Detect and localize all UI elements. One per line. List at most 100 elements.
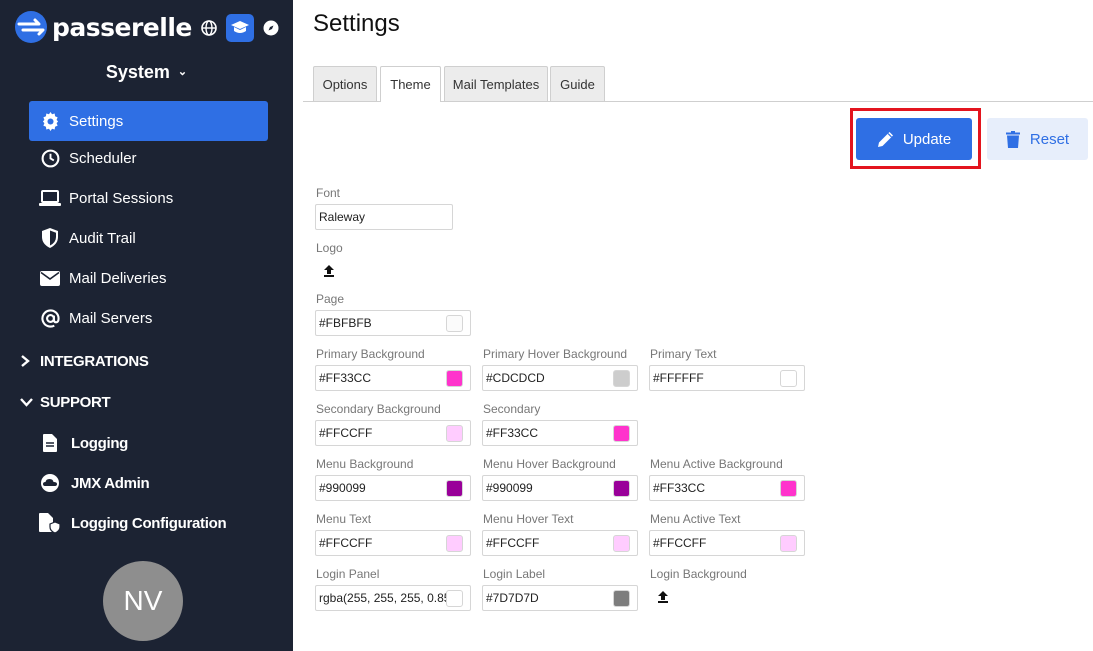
- login-label-field[interactable]: #7D7D7D: [482, 585, 638, 611]
- menu-background-label: Menu Background: [316, 457, 414, 471]
- update-button[interactable]: Update: [856, 118, 972, 160]
- pencil-icon: [877, 130, 895, 148]
- primary-background-value: #FF33CC: [319, 371, 372, 385]
- sidebar-item-jmx-admin[interactable]: JMX Admin: [39, 468, 150, 498]
- menu-hover-text-swatch[interactable]: [613, 535, 630, 552]
- tab-bar: Options Theme Mail Templates Guide: [303, 66, 1093, 102]
- primary-background-swatch[interactable]: [446, 370, 463, 387]
- menu-text-swatch[interactable]: [446, 535, 463, 552]
- page-title: Settings: [313, 10, 400, 37]
- sidebar-item-mail-deliveries[interactable]: Mail Deliveries: [29, 258, 268, 298]
- sidebar-item-scheduler[interactable]: Scheduler: [29, 138, 268, 178]
- primary-text-field[interactable]: #FFFFFF: [649, 365, 805, 391]
- section-label: SUPPORT: [40, 393, 111, 411]
- chevron-right-icon: [20, 355, 34, 367]
- primary-background-field[interactable]: #FF33CC: [315, 365, 471, 391]
- reset-label: Reset: [1029, 130, 1070, 148]
- sidebar-section-support[interactable]: SUPPORT: [20, 387, 111, 417]
- sidebar-section-integrations[interactable]: INTEGRATIONS: [20, 346, 149, 376]
- sidebar-item-logging-configuration[interactable]: Logging Configuration: [39, 508, 227, 538]
- graduation-cap-icon[interactable]: [226, 14, 254, 42]
- secondary-background-swatch[interactable]: [446, 425, 463, 442]
- menu-active-background-value: #FF33CC: [653, 481, 706, 495]
- menu-background-value: #990099: [319, 481, 366, 495]
- reset-button[interactable]: Reset: [987, 118, 1088, 160]
- tab-options[interactable]: Options: [313, 66, 377, 101]
- secondary-field[interactable]: #FF33CC: [482, 420, 638, 446]
- menu-hover-background-label: Menu Hover Background: [483, 457, 616, 471]
- login-panel-value: rgba(255, 255, 255, 0.85): [319, 591, 455, 605]
- avatar[interactable]: NV: [103, 561, 183, 641]
- menu-active-background-swatch[interactable]: [780, 480, 797, 497]
- primary-text-swatch[interactable]: [780, 370, 797, 387]
- brand-name: passerelle: [52, 12, 192, 42]
- primary-hover-background-field[interactable]: #CDCDCD: [482, 365, 638, 391]
- compass-icon[interactable]: [260, 17, 282, 39]
- gear-icon: [39, 110, 61, 132]
- tab-theme[interactable]: Theme: [380, 66, 441, 102]
- context-label: System: [105, 62, 170, 82]
- sidebar-item-logging[interactable]: Logging: [39, 428, 128, 458]
- passerelle-logo-icon: [15, 11, 47, 43]
- login-label-label: Login Label: [483, 567, 546, 581]
- tab-guide[interactable]: Guide: [550, 66, 605, 101]
- menu-text-label: Menu Text: [316, 512, 372, 526]
- cloud-icon: [39, 474, 61, 492]
- page-color-field[interactable]: #FBFBFB: [315, 310, 471, 336]
- update-label: Update: [902, 130, 952, 148]
- brand[interactable]: passerelle: [14, 10, 192, 44]
- chevron-down-icon: ⌄: [177, 66, 188, 78]
- login-label-swatch[interactable]: [613, 590, 630, 607]
- sidebar-item-label: Logging: [71, 434, 129, 452]
- sidebar-item-mail-servers[interactable]: Mail Servers: [29, 298, 268, 338]
- sidebar-item-settings[interactable]: Settings: [29, 101, 268, 141]
- secondary-background-field[interactable]: #FFCCFF: [315, 420, 471, 446]
- sidebar-item-label: JMX Admin: [71, 474, 150, 492]
- shield-icon: [39, 227, 61, 249]
- primary-background-label: Primary Background: [316, 347, 425, 361]
- menu-hover-text-value: #FFCCFF: [486, 536, 540, 550]
- secondary-swatch[interactable]: [613, 425, 630, 442]
- section-label: INTEGRATIONS: [40, 352, 149, 370]
- font-label: Font: [316, 186, 341, 200]
- sidebar-item-audit-trail[interactable]: Audit Trail: [29, 218, 268, 258]
- tab-mail-templates[interactable]: Mail Templates: [444, 66, 548, 101]
- sidebar-item-label: Audit Trail: [69, 229, 136, 247]
- menu-active-text-swatch[interactable]: [780, 535, 797, 552]
- page-color-swatch[interactable]: [446, 315, 463, 332]
- file-icon: [39, 434, 61, 452]
- trash-icon: [1005, 130, 1020, 148]
- menu-text-field[interactable]: #FFCCFF: [315, 530, 471, 556]
- menu-background-swatch[interactable]: [446, 480, 463, 497]
- context-selector[interactable]: System ⌄: [0, 62, 293, 83]
- login-panel-swatch[interactable]: [446, 590, 463, 607]
- login-label-value: #7D7D7D: [486, 591, 539, 605]
- menu-hover-text-field[interactable]: #FFCCFF: [482, 530, 638, 556]
- font-field[interactable]: Raleway: [315, 204, 453, 230]
- primary-hover-background-swatch[interactable]: [613, 370, 630, 387]
- logo-upload-icon[interactable]: [322, 264, 336, 278]
- chevron-down-icon: [20, 397, 34, 407]
- sidebar-item-label: Logging Configuration: [71, 514, 227, 532]
- globe-icon[interactable]: [198, 17, 220, 39]
- secondary-label: Secondary: [483, 402, 541, 416]
- file-shield-icon: [39, 513, 61, 533]
- login-panel-field[interactable]: rgba(255, 255, 255, 0.85): [315, 585, 471, 611]
- menu-hover-background-field[interactable]: #990099: [482, 475, 638, 501]
- menu-active-text-value: #FFCCFF: [653, 536, 707, 550]
- sidebar-item-label: Settings: [69, 112, 124, 130]
- login-background-upload-icon[interactable]: [656, 590, 670, 604]
- menu-active-background-field[interactable]: #FF33CC: [649, 475, 805, 501]
- sidebar-item-label: Scheduler: [69, 149, 137, 167]
- menu-background-field[interactable]: #990099: [315, 475, 471, 501]
- page-color-value: #FBFBFB: [319, 316, 372, 330]
- sidebar-item-portal-sessions[interactable]: Portal Sessions: [29, 178, 268, 218]
- menu-hover-background-value: #990099: [486, 481, 533, 495]
- menu-hover-background-swatch[interactable]: [613, 480, 630, 497]
- primary-text-label: Primary Text: [650, 347, 717, 361]
- sidebar-item-label: Mail Servers: [69, 309, 153, 327]
- at-icon: [39, 307, 61, 329]
- menu-active-text-field[interactable]: #FFCCFF: [649, 530, 805, 556]
- primary-hover-background-label: Primary Hover Background: [483, 347, 628, 361]
- page-color-label: Page: [316, 292, 345, 306]
